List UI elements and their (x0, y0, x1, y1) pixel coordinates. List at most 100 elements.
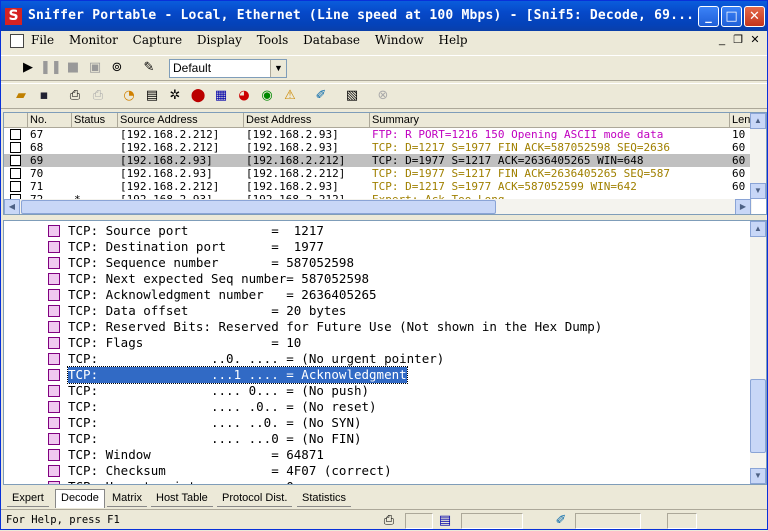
table-row[interactable]: 68 [192.168.2.212] [192.168.2.93] TCP: D=12… (4, 141, 752, 154)
header-no[interactable]: No. (28, 113, 72, 128)
menu-database[interactable]: Database (303, 33, 360, 47)
hscroll-thumb[interactable] (21, 200, 496, 214)
mdi-minimize-icon[interactable]: _ (715, 33, 729, 47)
decode-node-icon (48, 449, 60, 461)
decode-line[interactable]: TCP: Window = 64871 (4, 447, 750, 463)
filter-profile-select[interactable]: Default ▼ (169, 59, 287, 78)
decode-line[interactable]: TCP: Data offset = 20 bytes (4, 303, 750, 319)
table-row[interactable]: 70 [192.168.2.93] [192.168.2.212] TCP: D=19… (4, 167, 752, 180)
print-preview-icon[interactable]: ⎙ (88, 86, 108, 106)
row-source: [192.168.2.212] (120, 180, 220, 193)
menu-capture[interactable]: Capture (133, 33, 182, 47)
cancel-icon[interactable]: ⊗ (373, 86, 393, 106)
scroll-down-icon[interactable]: ▼ (750, 468, 766, 484)
scroll-left-icon[interactable]: ◀ (4, 199, 20, 214)
decode-line[interactable]: TCP: Flags = 10 (4, 335, 750, 351)
packet-vscroll[interactable]: ▲ ▼ (750, 113, 766, 199)
decode-line[interactable]: TCP: Next expected Seq number= 587052598 (4, 271, 750, 287)
decode-line[interactable]: TCP: .... 0... = (No push) (4, 383, 750, 399)
row-checkbox[interactable] (10, 181, 21, 192)
decode-line[interactable]: TCP: ...1 .... = Acknowledgment (4, 366, 750, 384)
decode-node-icon (48, 369, 60, 381)
print-icon[interactable]: ⎙ (65, 86, 85, 106)
menu-window[interactable]: Window (375, 33, 424, 47)
decode-line[interactable]: TCP: .... .0.. = (No reset) (4, 399, 750, 415)
decode-line[interactable]: TCP: Reserved Bits: Reserved for Future … (4, 319, 750, 335)
decode-line[interactable]: TCP: Acknowledgment number = 2636405265 (4, 287, 750, 303)
decode-line[interactable]: TCP: Source port = 1217 (4, 223, 750, 239)
document-icon[interactable] (10, 34, 24, 48)
menu-items: File Monitor Capture Display Tools Datab… (31, 33, 479, 47)
menu-monitor[interactable]: Monitor (69, 33, 118, 47)
detail-vscroll[interactable]: ▲ ▼ (750, 221, 766, 484)
tab-decode[interactable]: Decode (55, 489, 105, 508)
table-row[interactable]: 69 [192.168.2.93] [192.168.2.212] TCP: D=19… (4, 154, 752, 167)
menu-display[interactable]: Display (197, 33, 242, 47)
menu-tools[interactable]: Tools (257, 33, 289, 47)
menu-help[interactable]: Help (439, 33, 468, 47)
chevron-down-icon[interactable]: ▼ (270, 60, 286, 77)
detail-scroll-thumb[interactable] (750, 379, 766, 453)
sniffer-app-icon[interactable]: S (5, 8, 22, 25)
decode-line[interactable]: TCP: Urgent pointer = 0 (4, 479, 750, 484)
tab-protocol-dist[interactable]: Protocol Dist. (217, 490, 293, 507)
decode-line[interactable]: TCP: .... ..0. = (No SYN) (4, 415, 750, 431)
tab-expert[interactable]: Expert (7, 490, 49, 507)
scroll-up-icon[interactable]: ▲ (750, 221, 766, 237)
stop-and-display-icon[interactable]: ▣ (85, 58, 105, 78)
alarm-log-icon[interactable]: ⚠ (280, 86, 300, 106)
open-folder-icon[interactable]: ▰ (11, 86, 31, 106)
table-row[interactable]: 71 [192.168.2.212] [192.168.2.93] TCP: D=12… (4, 180, 752, 193)
mdi-close-icon[interactable]: ✕ (748, 33, 762, 47)
mdi-restore-icon[interactable]: ❐ (731, 33, 745, 47)
header-summary[interactable]: Summary (370, 113, 730, 128)
row-checkbox[interactable] (10, 155, 21, 166)
art-icon[interactable]: ⬤ (188, 86, 208, 106)
decode-line[interactable]: TCP: .... ...0 = (No FIN) (4, 431, 750, 447)
protocol-dist-icon[interactable]: ◕ (234, 86, 254, 106)
row-len: 60 (732, 154, 746, 167)
menu-file[interactable]: File (31, 33, 54, 47)
tab-statistics[interactable]: Statistics (297, 490, 352, 507)
dashboard-icon[interactable]: ◔ (119, 86, 139, 106)
decode-line[interactable]: TCP: Checksum = 4F07 (correct) (4, 463, 750, 479)
decode-line-text: TCP: .... 0... = (No push) (68, 383, 370, 398)
decode-line[interactable]: TCP: Sequence number = 587052598 (4, 255, 750, 271)
minimize-button[interactable]: _ (698, 6, 719, 27)
header-source[interactable]: Source Address (118, 113, 244, 128)
table-row[interactable]: 67 [192.168.2.212] [192.168.2.93] FTP: R PO… (4, 128, 752, 141)
packet-hscroll[interactable]: ◀ ▶ (4, 199, 752, 214)
stop-capture-icon[interactable]: ■ (63, 58, 83, 78)
header-dest[interactable]: Dest Address (244, 113, 370, 128)
binoculars-icon[interactable]: ⊚ (107, 58, 127, 78)
save-icon[interactable]: ▪ (34, 86, 54, 106)
header-check[interactable] (4, 113, 28, 128)
tab-matrix[interactable]: Matrix (107, 490, 147, 507)
address-book-icon[interactable]: ✐ (311, 86, 331, 106)
host-table-icon[interactable]: ▤ (142, 86, 162, 106)
row-checkbox[interactable] (10, 129, 21, 140)
decode-line[interactable]: TCP: Destination port = 1977 (4, 239, 750, 255)
global-stats-icon[interactable]: ◉ (257, 86, 277, 106)
close-button[interactable]: ✕ (744, 6, 765, 27)
pause-capture-icon[interactable]: ❚❚ (40, 58, 62, 78)
matrix-icon[interactable]: ✲ (165, 86, 185, 106)
define-filter-icon[interactable]: ✎ (139, 58, 159, 78)
header-status[interactable]: Status (72, 113, 118, 128)
title-bar[interactable]: S Sniffer Portable - Local, Ethernet (Li… (1, 1, 767, 31)
start-capture-icon[interactable]: ▶ (18, 58, 38, 78)
tab-host-table[interactable]: Host Table (151, 490, 213, 507)
scroll-right-icon[interactable]: ▶ (735, 199, 751, 214)
scroll-up-icon[interactable]: ▲ (750, 113, 766, 129)
decode-node-icon (48, 417, 60, 429)
history-samples-icon[interactable]: ▦ (211, 86, 231, 106)
scroll-down-icon[interactable]: ▼ (750, 183, 766, 199)
select-settings-icon[interactable]: ▧ (342, 86, 362, 106)
printer-status-icon: ⎙ (383, 513, 395, 528)
maximize-button[interactable]: □ (721, 6, 742, 27)
decode-line-text: TCP: .... ...0 = (No FIN) (68, 431, 362, 446)
decode-line[interactable]: TCP: ..0. .... = (No urgent pointer) (4, 351, 750, 367)
decode-node-icon (48, 257, 60, 269)
row-checkbox[interactable] (10, 142, 21, 153)
row-checkbox[interactable] (10, 168, 21, 179)
